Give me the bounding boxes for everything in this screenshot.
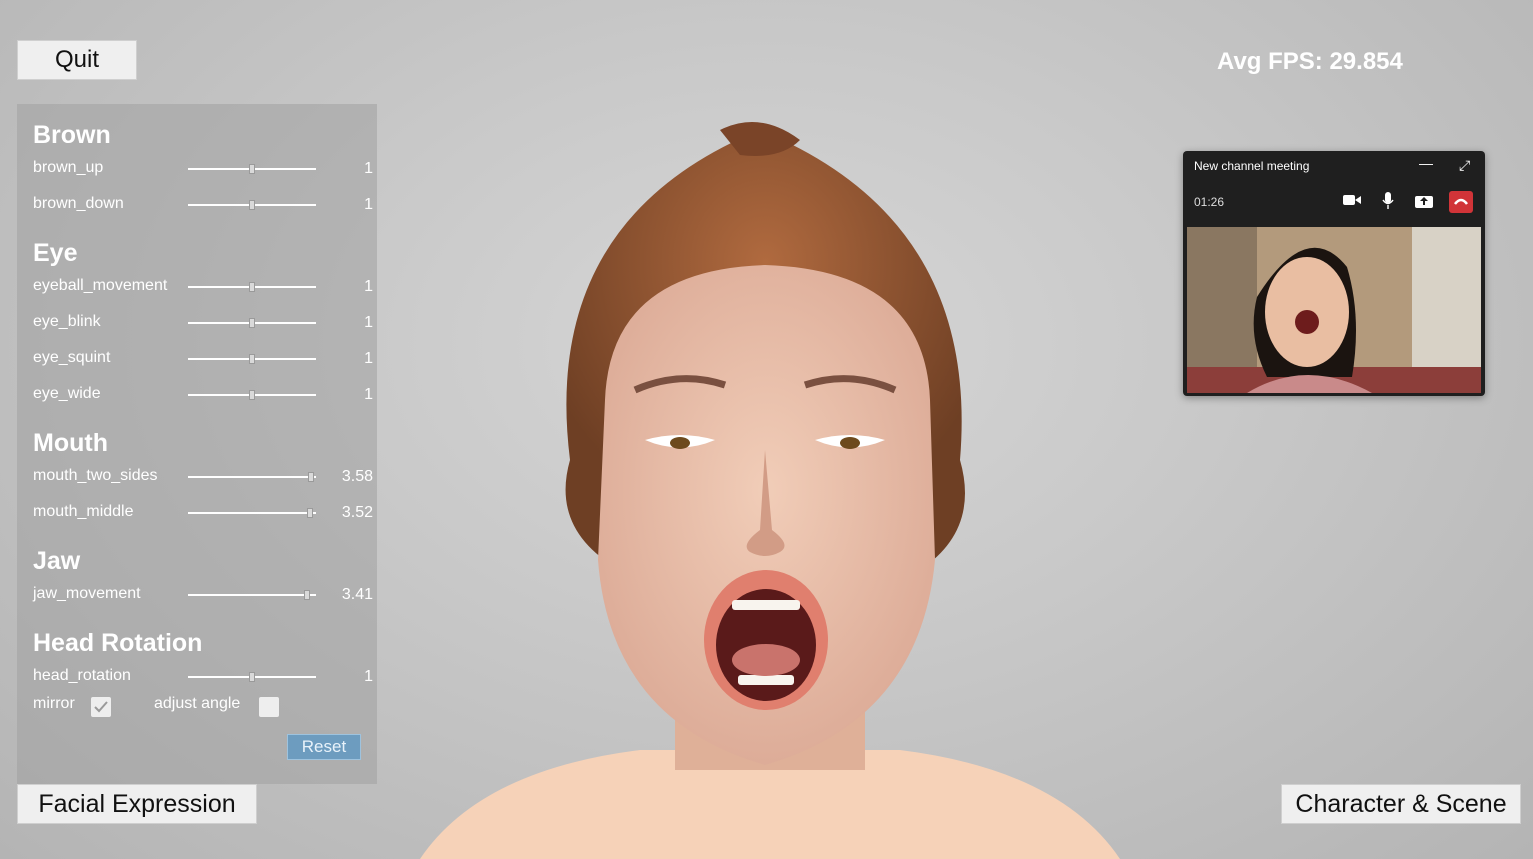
slider-thumb[interactable]	[249, 672, 255, 682]
slider-value: 1	[364, 196, 373, 213]
slider-track[interactable]	[188, 164, 316, 174]
slider-thumb[interactable]	[249, 318, 255, 328]
share-icon[interactable]	[1415, 194, 1433, 211]
meeting-timer: 01:26	[1194, 195, 1225, 209]
slider-value: 1	[364, 668, 373, 685]
slider-label: mouth_middle	[33, 503, 134, 520]
slider-track[interactable]	[188, 390, 316, 400]
slider-row-jaw-movement: jaw_movement 3.41	[33, 585, 373, 605]
slider-label: eye_wide	[33, 385, 101, 402]
fps-readout: Avg FPS: 29.854	[1217, 48, 1403, 75]
slider-thumb[interactable]	[249, 282, 255, 292]
avatar-render	[420, 122, 1120, 859]
section-title-brown: Brown	[33, 121, 111, 149]
slider-thumb[interactable]	[307, 472, 314, 482]
expand-icon[interactable]: ⤢	[1459, 157, 1470, 174]
reset-button[interactable]: Reset	[287, 734, 361, 760]
slider-label: mouth_two_sides	[33, 467, 158, 484]
camera-icon[interactable]	[1343, 193, 1361, 210]
slider-thumb[interactable]	[304, 590, 311, 600]
quit-button[interactable]: Quit	[17, 40, 137, 80]
slider-row-eye-blink: eye_blink 1	[33, 313, 373, 333]
slider-track[interactable]	[188, 672, 316, 682]
facial-expression-button[interactable]: Facial Expression	[17, 784, 257, 824]
slider-value: 1	[364, 350, 373, 367]
section-title-mouth: Mouth	[33, 429, 108, 457]
section-title-eye: Eye	[33, 239, 78, 267]
microphone-icon[interactable]	[1382, 192, 1394, 213]
slider-track[interactable]	[188, 508, 316, 518]
slider-label: eye_blink	[33, 313, 101, 330]
check-icon	[94, 701, 108, 713]
meeting-title: New channel meeting	[1194, 159, 1310, 173]
slider-thumb[interactable]	[249, 390, 255, 400]
mirror-label: mirror	[33, 695, 75, 712]
slider-value: 1	[364, 160, 373, 177]
slider-value: 1	[364, 278, 373, 295]
participant-video	[1187, 227, 1481, 393]
slider-thumb[interactable]	[249, 200, 255, 210]
slider-track[interactable]	[188, 282, 316, 292]
slider-row-eye-wide: eye_wide 1	[33, 385, 373, 405]
slider-thumb[interactable]	[249, 164, 255, 174]
section-title-head-rotation: Head Rotation	[33, 629, 203, 657]
slider-value: 1	[364, 386, 373, 403]
slider-track[interactable]	[188, 354, 316, 364]
slider-thumb[interactable]	[306, 508, 313, 518]
slider-row-eye-squint: eye_squint 1	[33, 349, 373, 369]
slider-track[interactable]	[188, 590, 316, 600]
slider-row-mouth-two-sides: mouth_two_sides 3.58	[33, 467, 373, 487]
section-title-jaw: Jaw	[33, 547, 81, 575]
adjust-angle-checkbox[interactable]	[259, 697, 279, 717]
slider-value: 1	[364, 314, 373, 331]
slider-label: head_rotation	[33, 667, 131, 684]
slider-row-eyeball-movement: eyeball_movement 1	[33, 277, 373, 297]
facial-expression-panel: Brown brown_up 1 brown_down 1 Eye eyebal…	[17, 104, 377, 784]
slider-row-head-rotation: head_rotation 1	[33, 667, 373, 687]
slider-label: brown_down	[33, 195, 124, 212]
slider-value: 3.41	[341, 586, 373, 603]
slider-label: brown_up	[33, 159, 104, 176]
adjust-angle-label: adjust angle	[154, 695, 241, 712]
slider-label: eyeball_movement	[33, 277, 168, 294]
minimize-icon[interactable]: —	[1419, 155, 1433, 171]
slider-track[interactable]	[188, 472, 316, 482]
slider-track[interactable]	[188, 318, 316, 328]
hang-up-icon[interactable]	[1449, 191, 1473, 213]
slider-value: 3.52	[341, 504, 373, 521]
slider-label: eye_squint	[33, 349, 111, 366]
slider-row-brown-up: brown_up 1	[33, 159, 373, 179]
mirror-checkbox[interactable]	[91, 697, 111, 717]
slider-label: jaw_movement	[33, 585, 141, 602]
options-row: mirror adjust angle	[33, 695, 373, 719]
slider-track[interactable]	[188, 200, 316, 210]
character-scene-button[interactable]: Character & Scene	[1281, 784, 1521, 824]
slider-value: 3.58	[341, 468, 373, 485]
slider-thumb[interactable]	[249, 354, 255, 364]
slider-row-mouth-middle: mouth_middle 3.52	[33, 503, 373, 523]
slider-row-brown-down: brown_down 1	[33, 195, 373, 215]
meeting-window: New channel meeting — ⤢ 01:26	[1183, 151, 1485, 396]
